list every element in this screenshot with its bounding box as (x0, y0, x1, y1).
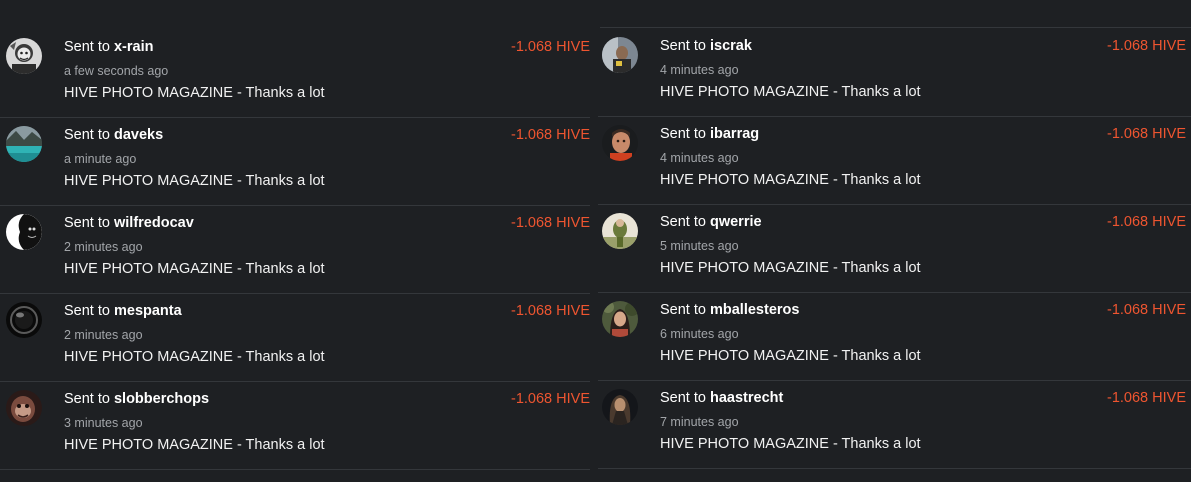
timestamp: 5 minutes ago (660, 239, 739, 253)
recipient-link[interactable]: mballesteros (710, 302, 799, 318)
recipient-link[interactable]: qwerrie (710, 214, 762, 230)
amount: -1.068 HIVE (1107, 390, 1186, 406)
mespanta-avatar-icon (6, 302, 42, 338)
transfer-row: Sent to iscrak 4 minutes ago HIVE PHOTO … (598, 28, 1191, 117)
sent-to-label: Sent to (660, 214, 706, 230)
transfer-row: Sent to mballesteros 6 minutes ago HIVE … (598, 292, 1191, 381)
avatar[interactable] (6, 390, 42, 426)
transfer-title: Sent to ibarrag (660, 126, 759, 142)
recipient-link[interactable]: x-rain (114, 39, 154, 55)
sent-to-label: Sent to (660, 126, 706, 142)
memo-text: HIVE PHOTO MAGAZINE - Thanks a lot (660, 260, 921, 276)
daveks-avatar-icon (6, 126, 42, 162)
sent-to-label: Sent to (660, 390, 706, 406)
timestamp: 6 minutes ago (660, 327, 739, 341)
transfer-row: Sent to qwerrie 5 minutes ago HIVE PHOTO… (598, 204, 1191, 293)
timestamp: 4 minutes ago (660, 63, 739, 77)
memo-text: HIVE PHOTO MAGAZINE - Thanks a lot (64, 437, 325, 453)
amount: -1.068 HIVE (511, 215, 590, 231)
amount: -1.068 HIVE (511, 39, 590, 55)
memo-text: HIVE PHOTO MAGAZINE - Thanks a lot (64, 85, 325, 101)
mballesteros-avatar-icon (602, 301, 638, 337)
avatar[interactable] (6, 302, 42, 338)
recipient-link[interactable]: ibarrag (710, 126, 759, 142)
transfer-title: Sent to mespanta (64, 303, 182, 319)
timestamp: 7 minutes ago (660, 415, 739, 429)
recipient-link[interactable]: daveks (114, 127, 163, 143)
timestamp: a minute ago (64, 152, 137, 166)
recipient-link[interactable]: mespanta (114, 303, 182, 319)
transfer-title: Sent to x-rain (64, 39, 153, 55)
transfer-title: Sent to haastrecht (660, 390, 783, 406)
amount: -1.068 HIVE (511, 391, 590, 407)
amount: -1.068 HIVE (1107, 214, 1186, 230)
sent-to-label: Sent to (64, 391, 110, 407)
transfer-row: Sent to ibarrag 4 minutes ago HIVE PHOTO… (598, 116, 1191, 205)
transfer-row: Sent to mespanta 2 minutes ago HIVE PHOT… (0, 293, 590, 382)
transfer-row: Sent to daveks a minute ago HIVE PHOTO M… (0, 117, 590, 206)
sent-to-label: Sent to (660, 302, 706, 318)
avatar[interactable] (6, 214, 42, 250)
sent-to-label: Sent to (660, 38, 706, 54)
transfer-title: Sent to qwerrie (660, 214, 762, 230)
ibarrag-avatar-icon (602, 125, 638, 161)
memo-text: HIVE PHOTO MAGAZINE - Thanks a lot (660, 84, 921, 100)
transfer-title: Sent to mballesteros (660, 302, 799, 318)
sent-to-label: Sent to (64, 39, 110, 55)
amount: -1.068 HIVE (1107, 126, 1186, 142)
haastrecht-avatar-icon (602, 389, 638, 425)
recipient-link[interactable]: wilfredocav (114, 215, 194, 231)
memo-text: HIVE PHOTO MAGAZINE - Thanks a lot (64, 349, 325, 365)
transfer-title: Sent to iscrak (660, 38, 752, 54)
avatar[interactable] (602, 125, 638, 161)
qwerrie-avatar-icon (602, 213, 638, 249)
transfer-row: Sent to wilfredocav 2 minutes ago HIVE P… (0, 205, 590, 294)
slobberchops-avatar-icon (6, 390, 42, 426)
transfer-row: Sent to slobberchops 3 minutes ago HIVE … (0, 381, 590, 470)
sent-to-label: Sent to (64, 127, 110, 143)
transfer-title: Sent to daveks (64, 127, 163, 143)
avatar[interactable] (602, 389, 638, 425)
memo-text: HIVE PHOTO MAGAZINE - Thanks a lot (64, 173, 325, 189)
memo-text: HIVE PHOTO MAGAZINE - Thanks a lot (660, 348, 921, 364)
avatar[interactable] (6, 126, 42, 162)
timestamp: a few seconds ago (64, 64, 169, 78)
recipient-link[interactable]: haastrecht (710, 390, 783, 406)
iscrak-avatar-icon (602, 37, 638, 73)
transfer-title: Sent to slobberchops (64, 391, 209, 407)
recipient-link[interactable]: iscrak (710, 38, 752, 54)
timestamp: 2 minutes ago (64, 328, 143, 342)
sent-to-label: Sent to (64, 215, 110, 231)
timestamp: 2 minutes ago (64, 240, 143, 254)
memo-text: HIVE PHOTO MAGAZINE - Thanks a lot (660, 172, 921, 188)
sent-to-label: Sent to (64, 303, 110, 319)
transfer-row: Sent to haastrecht 7 minutes ago HIVE PH… (598, 380, 1191, 469)
wilfredocav-avatar-icon (6, 214, 42, 250)
transfer-row: Sent to x-rain a few seconds ago HIVE PH… (0, 29, 590, 118)
wallet-history-page: Sent to x-rain a few seconds ago HIVE PH… (0, 0, 1191, 482)
timestamp: 4 minutes ago (660, 151, 739, 165)
transfer-title: Sent to wilfredocav (64, 215, 194, 231)
avatar[interactable] (602, 213, 638, 249)
avatar[interactable] (602, 301, 638, 337)
x-rain-avatar-icon (6, 38, 42, 74)
avatar[interactable] (6, 38, 42, 74)
timestamp: 3 minutes ago (64, 416, 143, 430)
memo-text: HIVE PHOTO MAGAZINE - Thanks a lot (64, 261, 325, 277)
amount: -1.068 HIVE (511, 127, 590, 143)
amount: -1.068 HIVE (511, 303, 590, 319)
memo-text: HIVE PHOTO MAGAZINE - Thanks a lot (660, 436, 921, 452)
amount: -1.068 HIVE (1107, 302, 1186, 318)
avatar[interactable] (602, 37, 638, 73)
amount: -1.068 HIVE (1107, 38, 1186, 54)
recipient-link[interactable]: slobberchops (114, 391, 209, 407)
